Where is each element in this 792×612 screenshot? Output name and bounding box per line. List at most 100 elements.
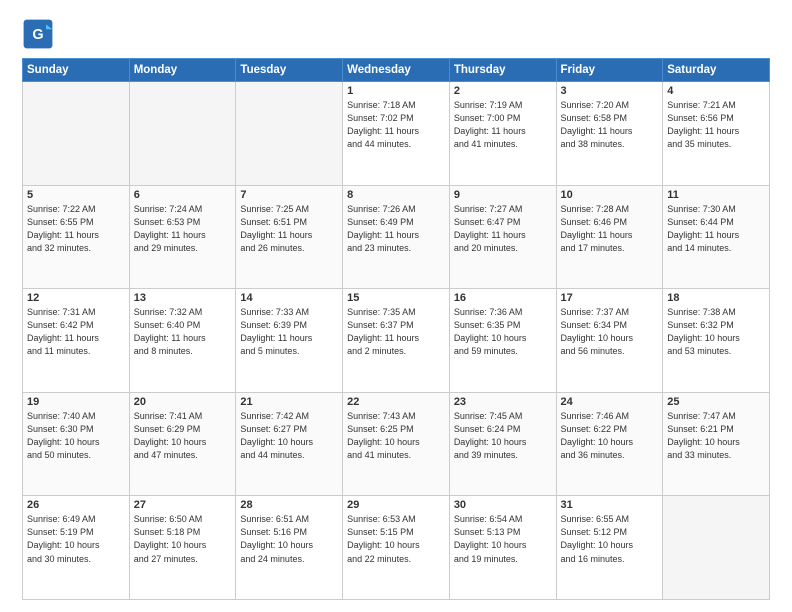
calendar-cell: 9 Sunrise: 7:27 AM Sunset: 6:47 PM Daylig…: [449, 185, 556, 289]
day-info: Sunrise: 7:30 AM Sunset: 6:44 PM Dayligh…: [667, 203, 765, 255]
weekday-header-tuesday: Tuesday: [236, 59, 343, 82]
day-info: Sunrise: 7:24 AM Sunset: 6:53 PM Dayligh…: [134, 203, 232, 255]
calendar-cell: 28 Sunrise: 6:51 AM Sunset: 5:16 PM Dayli…: [236, 496, 343, 600]
day-number: 31: [561, 499, 659, 511]
day-number: 18: [667, 292, 765, 304]
calendar-cell: 8 Sunrise: 7:26 AM Sunset: 6:49 PM Daylig…: [343, 185, 450, 289]
day-info: Sunrise: 7:31 AM Sunset: 6:42 PM Dayligh…: [27, 306, 125, 358]
weekday-header-saturday: Saturday: [663, 59, 770, 82]
calendar-cell: 15 Sunrise: 7:35 AM Sunset: 6:37 PM Dayli…: [343, 289, 450, 393]
calendar-cell: 19Sunrise: 7:40 AM Sunset: 6:30 PM Dayli…: [23, 392, 130, 496]
day-info: Sunrise: 7:33 AM Sunset: 6:39 PM Dayligh…: [240, 306, 338, 358]
calendar-cell: 18Sunrise: 7:38 AM Sunset: 6:32 PM Dayli…: [663, 289, 770, 393]
day-info: Sunrise: 7:47 AM Sunset: 6:21 PM Dayligh…: [667, 410, 765, 462]
day-info: Sunrise: 7:41 AM Sunset: 6:29 PM Dayligh…: [134, 410, 232, 462]
day-number: 21: [240, 396, 338, 408]
weekday-header-wednesday: Wednesday: [343, 59, 450, 82]
day-number: 17: [561, 292, 659, 304]
day-info: Sunrise: 7:21 AM Sunset: 6:56 PM Dayligh…: [667, 99, 765, 151]
day-info: Sunrise: 7:28 AM Sunset: 6:46 PM Dayligh…: [561, 203, 659, 255]
day-number: 25: [667, 396, 765, 408]
day-info: Sunrise: 7:19 AM Sunset: 7:00 PM Dayligh…: [454, 99, 552, 151]
calendar-cell: 25 Sunrise: 7:47 AM Sunset: 6:21 PM Dayli…: [663, 392, 770, 496]
calendar-cell: 27Sunrise: 6:50 AM Sunset: 5:18 PM Dayli…: [129, 496, 236, 600]
day-info: Sunrise: 7:40 AM Sunset: 6:30 PM Dayligh…: [27, 410, 125, 462]
calendar-cell: 20 Sunrise: 7:41 AM Sunset: 6:29 PM Dayli…: [129, 392, 236, 496]
day-info: Sunrise: 6:50 AM Sunset: 5:18 PM Dayligh…: [134, 513, 232, 565]
day-info: Sunrise: 6:51 AM Sunset: 5:16 PM Dayligh…: [240, 513, 338, 565]
day-info: Sunrise: 7:46 AM Sunset: 6:22 PM Dayligh…: [561, 410, 659, 462]
calendar-cell: 11 Sunrise: 7:30 AM Sunset: 6:44 PM Dayli…: [663, 185, 770, 289]
logo: G: [22, 18, 58, 50]
weekday-header-monday: Monday: [129, 59, 236, 82]
day-number: 13: [134, 292, 232, 304]
calendar-cell: 21 Sunrise: 7:42 AM Sunset: 6:27 PM Dayli…: [236, 392, 343, 496]
day-info: Sunrise: 7:32 AM Sunset: 6:40 PM Dayligh…: [134, 306, 232, 358]
day-info: Sunrise: 6:55 AM Sunset: 5:12 PM Dayligh…: [561, 513, 659, 565]
calendar-cell: 5 Sunrise: 7:22 AM Sunset: 6:55 PM Daylig…: [23, 185, 130, 289]
day-info: Sunrise: 7:42 AM Sunset: 6:27 PM Dayligh…: [240, 410, 338, 462]
calendar-row-2: 12Sunrise: 7:31 AM Sunset: 6:42 PM Dayli…: [23, 289, 770, 393]
day-number: 16: [454, 292, 552, 304]
calendar-cell: 2 Sunrise: 7:19 AM Sunset: 7:00 PM Daylig…: [449, 82, 556, 186]
calendar-cell: 1Sunrise: 7:18 AM Sunset: 7:02 PM Daylig…: [343, 82, 450, 186]
calendar-cell: 6 Sunrise: 7:24 AM Sunset: 6:53 PM Daylig…: [129, 185, 236, 289]
day-number: 8: [347, 189, 445, 201]
day-number: 5: [27, 189, 125, 201]
calendar-cell: [236, 82, 343, 186]
day-info: Sunrise: 7:36 AM Sunset: 6:35 PM Dayligh…: [454, 306, 552, 358]
calendar-row-0: 1Sunrise: 7:18 AM Sunset: 7:02 PM Daylig…: [23, 82, 770, 186]
day-number: 20: [134, 396, 232, 408]
weekday-header-row: SundayMondayTuesdayWednesdayThursdayFrid…: [23, 59, 770, 82]
day-info: Sunrise: 7:35 AM Sunset: 6:37 PM Dayligh…: [347, 306, 445, 358]
day-number: 28: [240, 499, 338, 511]
calendar-row-4: 26 Sunrise: 6:49 AM Sunset: 5:19 PM Dayli…: [23, 496, 770, 600]
calendar-cell: 23 Sunrise: 7:45 AM Sunset: 6:24 PM Dayli…: [449, 392, 556, 496]
header: G: [22, 18, 770, 50]
day-number: 14: [240, 292, 338, 304]
calendar-table: SundayMondayTuesdayWednesdayThursdayFrid…: [22, 58, 770, 600]
logo-icon: G: [22, 18, 54, 50]
calendar-cell: 17 Sunrise: 7:37 AM Sunset: 6:34 PM Dayli…: [556, 289, 663, 393]
calendar-cell: [129, 82, 236, 186]
calendar-cell: 12Sunrise: 7:31 AM Sunset: 6:42 PM Dayli…: [23, 289, 130, 393]
calendar-cell: 7Sunrise: 7:25 AM Sunset: 6:51 PM Daylig…: [236, 185, 343, 289]
day-info: Sunrise: 7:37 AM Sunset: 6:34 PM Dayligh…: [561, 306, 659, 358]
calendar-cell: 3Sunrise: 7:20 AM Sunset: 6:58 PM Daylig…: [556, 82, 663, 186]
calendar-cell: [23, 82, 130, 186]
day-info: Sunrise: 7:27 AM Sunset: 6:47 PM Dayligh…: [454, 203, 552, 255]
day-info: Sunrise: 7:45 AM Sunset: 6:24 PM Dayligh…: [454, 410, 552, 462]
day-number: 7: [240, 189, 338, 201]
calendar-cell: 31 Sunrise: 6:55 AM Sunset: 5:12 PM Dayli…: [556, 496, 663, 600]
day-number: 2: [454, 85, 552, 97]
day-info: Sunrise: 6:49 AM Sunset: 5:19 PM Dayligh…: [27, 513, 125, 565]
page: G SundayMondayTuesdayWednesdayThursdayFr…: [0, 0, 792, 612]
calendar-cell: 30Sunrise: 6:54 AM Sunset: 5:13 PM Dayli…: [449, 496, 556, 600]
day-number: 23: [454, 396, 552, 408]
calendar-cell: 16 Sunrise: 7:36 AM Sunset: 6:35 PM Dayli…: [449, 289, 556, 393]
calendar-cell: 29Sunrise: 6:53 AM Sunset: 5:15 PM Dayli…: [343, 496, 450, 600]
day-info: Sunrise: 7:22 AM Sunset: 6:55 PM Dayligh…: [27, 203, 125, 255]
weekday-header-friday: Friday: [556, 59, 663, 82]
day-number: 24: [561, 396, 659, 408]
weekday-header-sunday: Sunday: [23, 59, 130, 82]
day-info: Sunrise: 6:54 AM Sunset: 5:13 PM Dayligh…: [454, 513, 552, 565]
calendar-cell: 24 Sunrise: 7:46 AM Sunset: 6:22 PM Dayli…: [556, 392, 663, 496]
day-number: 4: [667, 85, 765, 97]
calendar-cell: 10 Sunrise: 7:28 AM Sunset: 6:46 PM Dayli…: [556, 185, 663, 289]
day-number: 6: [134, 189, 232, 201]
day-number: 22: [347, 396, 445, 408]
calendar-cell: 22Sunrise: 7:43 AM Sunset: 6:25 PM Dayli…: [343, 392, 450, 496]
calendar-cell: 4 Sunrise: 7:21 AM Sunset: 6:56 PM Daylig…: [663, 82, 770, 186]
calendar-cell: 13 Sunrise: 7:32 AM Sunset: 6:40 PM Dayli…: [129, 289, 236, 393]
day-info: Sunrise: 7:26 AM Sunset: 6:49 PM Dayligh…: [347, 203, 445, 255]
day-number: 11: [667, 189, 765, 201]
day-number: 15: [347, 292, 445, 304]
calendar-cell: [663, 496, 770, 600]
day-number: 10: [561, 189, 659, 201]
calendar-cell: 14 Sunrise: 7:33 AM Sunset: 6:39 PM Dayli…: [236, 289, 343, 393]
day-info: Sunrise: 7:20 AM Sunset: 6:58 PM Dayligh…: [561, 99, 659, 151]
day-number: 26: [27, 499, 125, 511]
day-number: 9: [454, 189, 552, 201]
day-info: Sunrise: 7:18 AM Sunset: 7:02 PM Dayligh…: [347, 99, 445, 151]
